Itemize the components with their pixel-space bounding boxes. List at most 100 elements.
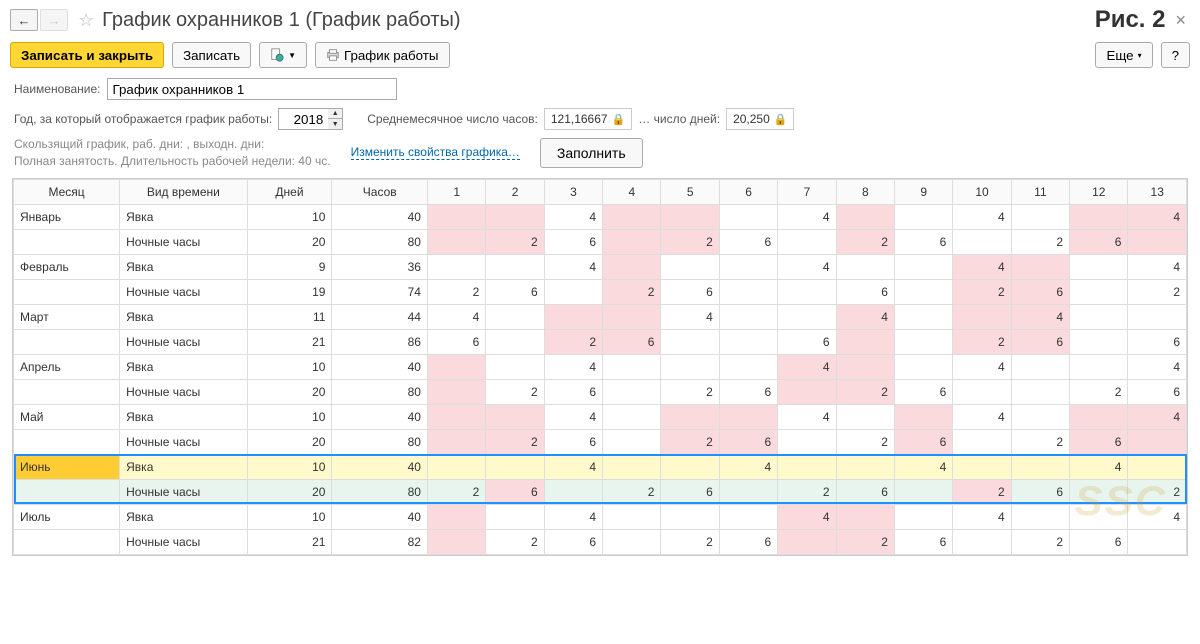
cell-day[interactable] [894, 354, 952, 379]
cell-day[interactable] [544, 479, 602, 504]
cell-day[interactable]: 4 [778, 404, 836, 429]
cell-day[interactable] [719, 204, 777, 229]
cell-day[interactable] [1070, 504, 1128, 529]
cell-day[interactable] [836, 204, 894, 229]
cell-day[interactable]: 2 [661, 429, 719, 454]
cell-month[interactable] [14, 479, 120, 504]
cell-day[interactable] [427, 404, 485, 429]
cell-day[interactable]: 2 [1011, 429, 1069, 454]
cell-day[interactable] [603, 354, 661, 379]
cell-day[interactable]: 6 [894, 229, 952, 254]
cell-day[interactable]: 4 [1070, 454, 1128, 479]
table-row[interactable]: Ночные часы218226262626 [14, 529, 1187, 554]
cell-day[interactable] [836, 454, 894, 479]
col-day-5[interactable]: 5 [661, 179, 719, 204]
cell-day[interactable]: 2 [778, 479, 836, 504]
cell-day[interactable] [486, 254, 544, 279]
cell-day[interactable]: 6 [1070, 529, 1128, 554]
cell-type[interactable]: Явка [120, 304, 247, 329]
cell-day[interactable] [778, 529, 836, 554]
cell-days[interactable]: 20 [247, 229, 332, 254]
cell-type[interactable]: Явка [120, 204, 247, 229]
cell-day[interactable] [603, 429, 661, 454]
cell-day[interactable] [953, 379, 1011, 404]
cell-hours[interactable]: 36 [332, 254, 428, 279]
cell-day[interactable] [1070, 279, 1128, 304]
cell-day[interactable] [778, 429, 836, 454]
cell-day[interactable]: 2 [1011, 529, 1069, 554]
cell-day[interactable]: 4 [953, 504, 1011, 529]
favorite-star-icon[interactable]: ☆ [78, 10, 94, 31]
cell-day[interactable] [894, 479, 952, 504]
cell-day[interactable] [427, 229, 485, 254]
col-day-9[interactable]: 9 [894, 179, 952, 204]
cell-day[interactable]: 2 [1128, 279, 1187, 304]
col-day-10[interactable]: 10 [953, 179, 1011, 204]
cell-day[interactable]: 6 [719, 429, 777, 454]
cell-hours[interactable]: 74 [332, 279, 428, 304]
cell-day[interactable]: 2 [661, 229, 719, 254]
cell-day[interactable]: 2 [544, 329, 602, 354]
cell-day[interactable] [1011, 379, 1069, 404]
cell-day[interactable] [1011, 254, 1069, 279]
cell-type[interactable]: Ночные часы [120, 229, 247, 254]
cell-day[interactable]: 2 [427, 279, 485, 304]
cell-day[interactable] [603, 404, 661, 429]
cell-days[interactable]: 10 [247, 404, 332, 429]
cell-day[interactable] [427, 379, 485, 404]
cell-day[interactable] [427, 529, 485, 554]
cell-day[interactable]: 4 [953, 354, 1011, 379]
cell-day[interactable] [953, 229, 1011, 254]
table-row[interactable]: Ночные часы2080262626262 [14, 479, 1187, 504]
cell-day[interactable]: 6 [894, 379, 952, 404]
cell-day[interactable]: 4 [953, 204, 1011, 229]
cell-day[interactable]: 6 [836, 279, 894, 304]
cell-day[interactable]: 2 [836, 229, 894, 254]
cell-day[interactable]: 2 [953, 329, 1011, 354]
cell-day[interactable]: 6 [603, 329, 661, 354]
cell-day[interactable]: 4 [953, 254, 1011, 279]
print-schedule-button[interactable]: График работы [315, 42, 450, 68]
cell-day[interactable] [661, 254, 719, 279]
cell-day[interactable]: 2 [486, 429, 544, 454]
cell-day[interactable]: 4 [1011, 304, 1069, 329]
cell-month[interactable]: Июль [14, 504, 120, 529]
col-month[interactable]: Месяц [14, 179, 120, 204]
cell-day[interactable]: 6 [544, 529, 602, 554]
cell-day[interactable] [836, 504, 894, 529]
cell-day[interactable]: 6 [544, 429, 602, 454]
table-row[interactable]: ЯнварьЯвка10404444 [14, 204, 1187, 229]
cell-day[interactable] [661, 454, 719, 479]
cell-day[interactable] [1070, 254, 1128, 279]
cell-day[interactable]: 4 [544, 504, 602, 529]
cell-day[interactable] [486, 404, 544, 429]
cell-day[interactable] [603, 204, 661, 229]
cell-day[interactable] [894, 254, 952, 279]
table-row[interactable]: МартЯвка11444444 [14, 304, 1187, 329]
cell-day[interactable]: 4 [1128, 204, 1187, 229]
nav-forward-button[interactable]: → [40, 9, 68, 31]
cell-day[interactable]: 2 [836, 529, 894, 554]
cell-day[interactable]: 2 [1128, 479, 1187, 504]
col-day-2[interactable]: 2 [486, 179, 544, 204]
cell-days[interactable]: 20 [247, 479, 332, 504]
cell-type[interactable]: Явка [120, 254, 247, 279]
cell-day[interactable] [1128, 304, 1187, 329]
cell-month[interactable]: Июнь [14, 454, 120, 479]
cell-day[interactable] [953, 454, 1011, 479]
col-day-7[interactable]: 7 [778, 179, 836, 204]
actions-dropdown-button[interactable]: ▼ [259, 42, 307, 68]
cell-day[interactable]: 2 [427, 479, 485, 504]
cell-day[interactable]: 6 [1128, 329, 1187, 354]
cell-hours[interactable]: 86 [332, 329, 428, 354]
cell-hours[interactable]: 40 [332, 354, 428, 379]
cell-day[interactable]: 6 [719, 529, 777, 554]
cell-days[interactable]: 10 [247, 354, 332, 379]
cell-day[interactable] [719, 329, 777, 354]
table-row[interactable]: ИюньЯвка10404444 [14, 454, 1187, 479]
cell-day[interactable]: 4 [544, 454, 602, 479]
col-day-8[interactable]: 8 [836, 179, 894, 204]
cell-day[interactable]: 4 [1128, 404, 1187, 429]
cell-days[interactable]: 21 [247, 529, 332, 554]
cell-day[interactable]: 6 [486, 279, 544, 304]
